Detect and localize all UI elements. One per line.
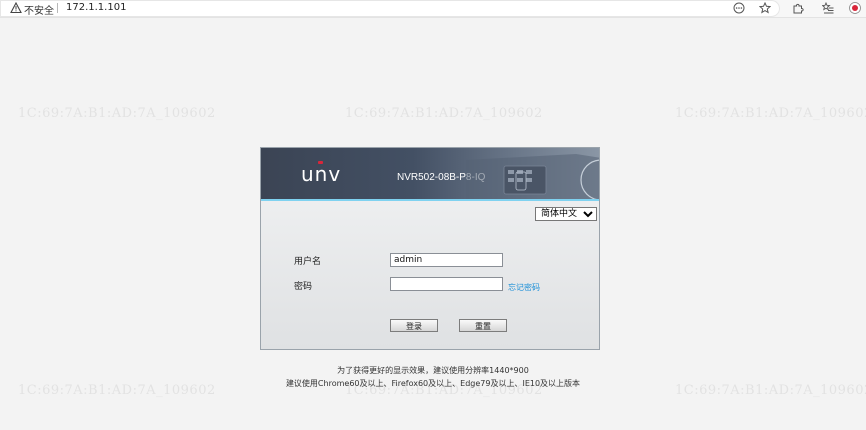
watermark: 1C:69:7A:B1:AD:7A_109602 xyxy=(675,106,866,121)
language-select[interactable]: 简体中文 xyxy=(535,207,597,221)
login-panel: unv NVR502-08B-P8-IQ 简体中文 用户名 密码 忘记密码 登录… xyxy=(260,147,600,350)
nvr-device-graphic xyxy=(466,154,599,199)
extensions-icon[interactable] xyxy=(792,2,804,14)
browser-toolbar: 不安全 172.1.1.101 xyxy=(0,0,866,18)
login-header: unv NVR502-08B-P8-IQ xyxy=(261,148,599,201)
brand-logo: unv xyxy=(301,162,342,186)
password-input[interactable] xyxy=(390,277,503,291)
login-button[interactable]: 登录 xyxy=(390,319,438,332)
resolution-hint: 为了获得更好的显示效果，建议使用分辨率1440*900 xyxy=(337,366,529,375)
favorites-list-icon[interactable] xyxy=(822,2,834,14)
profile-icon[interactable] xyxy=(849,2,861,14)
browser-hint: 建议使用Chrome60及以上、Firefox60及以上、Edge79及以上、I… xyxy=(285,379,581,388)
watermark: 1C:69:7A:B1:AD:7A_109602 xyxy=(18,106,216,121)
watermark: 1C:69:7A:B1:AD:7A_109602 xyxy=(345,106,543,121)
forgot-password-link[interactable]: 忘记密码 xyxy=(508,282,540,293)
address-separator xyxy=(57,3,58,13)
address-bar[interactable]: 不安全 172.1.1.101 xyxy=(0,0,780,17)
username-input[interactable] xyxy=(390,253,503,267)
reset-button[interactable]: 重置 xyxy=(459,319,507,332)
username-label: 用户名 xyxy=(294,257,322,267)
brand-logo-dot xyxy=(318,161,323,164)
more-icon[interactable] xyxy=(733,2,745,14)
not-secure-label[interactable]: 不安全 xyxy=(24,2,54,17)
favorite-star-icon[interactable] xyxy=(759,2,771,14)
url-text[interactable]: 172.1.1.101 xyxy=(66,2,126,13)
password-label: 密码 xyxy=(294,282,313,292)
warning-icon[interactable] xyxy=(10,2,22,14)
